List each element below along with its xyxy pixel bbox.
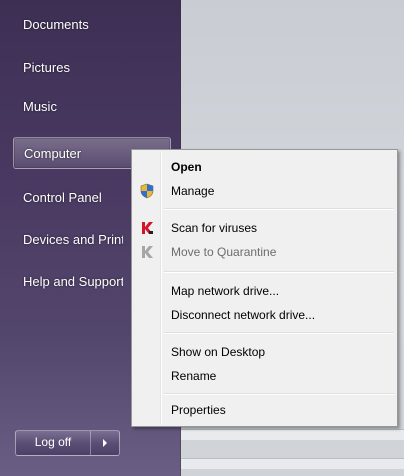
menu-item-show-on-desktop[interactable]: Show on Desktop (134, 340, 395, 364)
start-item-devices-and-printers[interactable]: Devices and Printers (9, 226, 123, 254)
shutdown-options-arrow-button[interactable] (91, 431, 119, 455)
start-item-pictures[interactable]: Pictures (9, 54, 70, 82)
menu-item-properties[interactable]: Properties (134, 398, 395, 422)
start-item-label: Documents (23, 17, 89, 32)
start-item-label: Help and Support (23, 274, 123, 289)
start-item-label: Pictures (23, 60, 70, 75)
start-item-control-panel[interactable]: Control Panel (9, 184, 102, 212)
menu-item-label: Map network drive... (171, 284, 280, 298)
chevron-right-icon (103, 439, 107, 447)
start-item-help-and-support[interactable]: Help and Support (9, 268, 123, 296)
menu-item-open[interactable]: Open (134, 155, 395, 179)
menu-item-label: Move to Quarantine (171, 245, 277, 259)
antivirus-k-icon (142, 222, 153, 234)
menu-item-label: Rename (171, 369, 217, 383)
start-item-label: Control Panel (23, 190, 102, 205)
menu-item-rename[interactable]: Rename (134, 364, 395, 388)
menu-separator (164, 393, 394, 394)
menu-item-label: Open (171, 160, 202, 174)
menu-item-label: Manage (171, 184, 215, 198)
menu-item-scan-for-viruses[interactable]: Scan for viruses (134, 216, 395, 240)
uac-shield-icon (140, 183, 154, 199)
menu-separator (164, 332, 394, 333)
menu-separator (164, 208, 394, 209)
start-item-label: Devices and Printers (23, 232, 123, 247)
log-off-button-group: Log off (15, 430, 120, 456)
menu-item-label: Properties (171, 403, 226, 417)
log-off-button[interactable]: Log off (16, 431, 91, 455)
divider (181, 429, 404, 440)
antivirus-k-disabled-icon (142, 246, 153, 258)
menu-item-manage[interactable]: Manage (134, 179, 395, 203)
divider (181, 458, 404, 469)
start-item-label: Computer (24, 146, 82, 161)
start-item-music[interactable]: Music (9, 93, 57, 121)
start-item-documents[interactable]: Documents (9, 11, 89, 39)
menu-item-label: Show on Desktop (171, 345, 266, 359)
menu-separator (164, 271, 394, 272)
menu-item-disconnect-network-drive[interactable]: Disconnect network drive... (134, 303, 395, 327)
context-menu: Open Manage Scan for viruses Move to Qua… (131, 149, 398, 427)
menu-item-label: Scan for viruses (171, 221, 258, 235)
menu-item-map-network-drive[interactable]: Map network drive... (134, 279, 395, 303)
menu-item-label: Disconnect network drive... (171, 308, 316, 322)
start-item-label: Music (23, 99, 57, 114)
menu-item-move-to-quarantine[interactable]: Move to Quarantine (134, 240, 395, 264)
